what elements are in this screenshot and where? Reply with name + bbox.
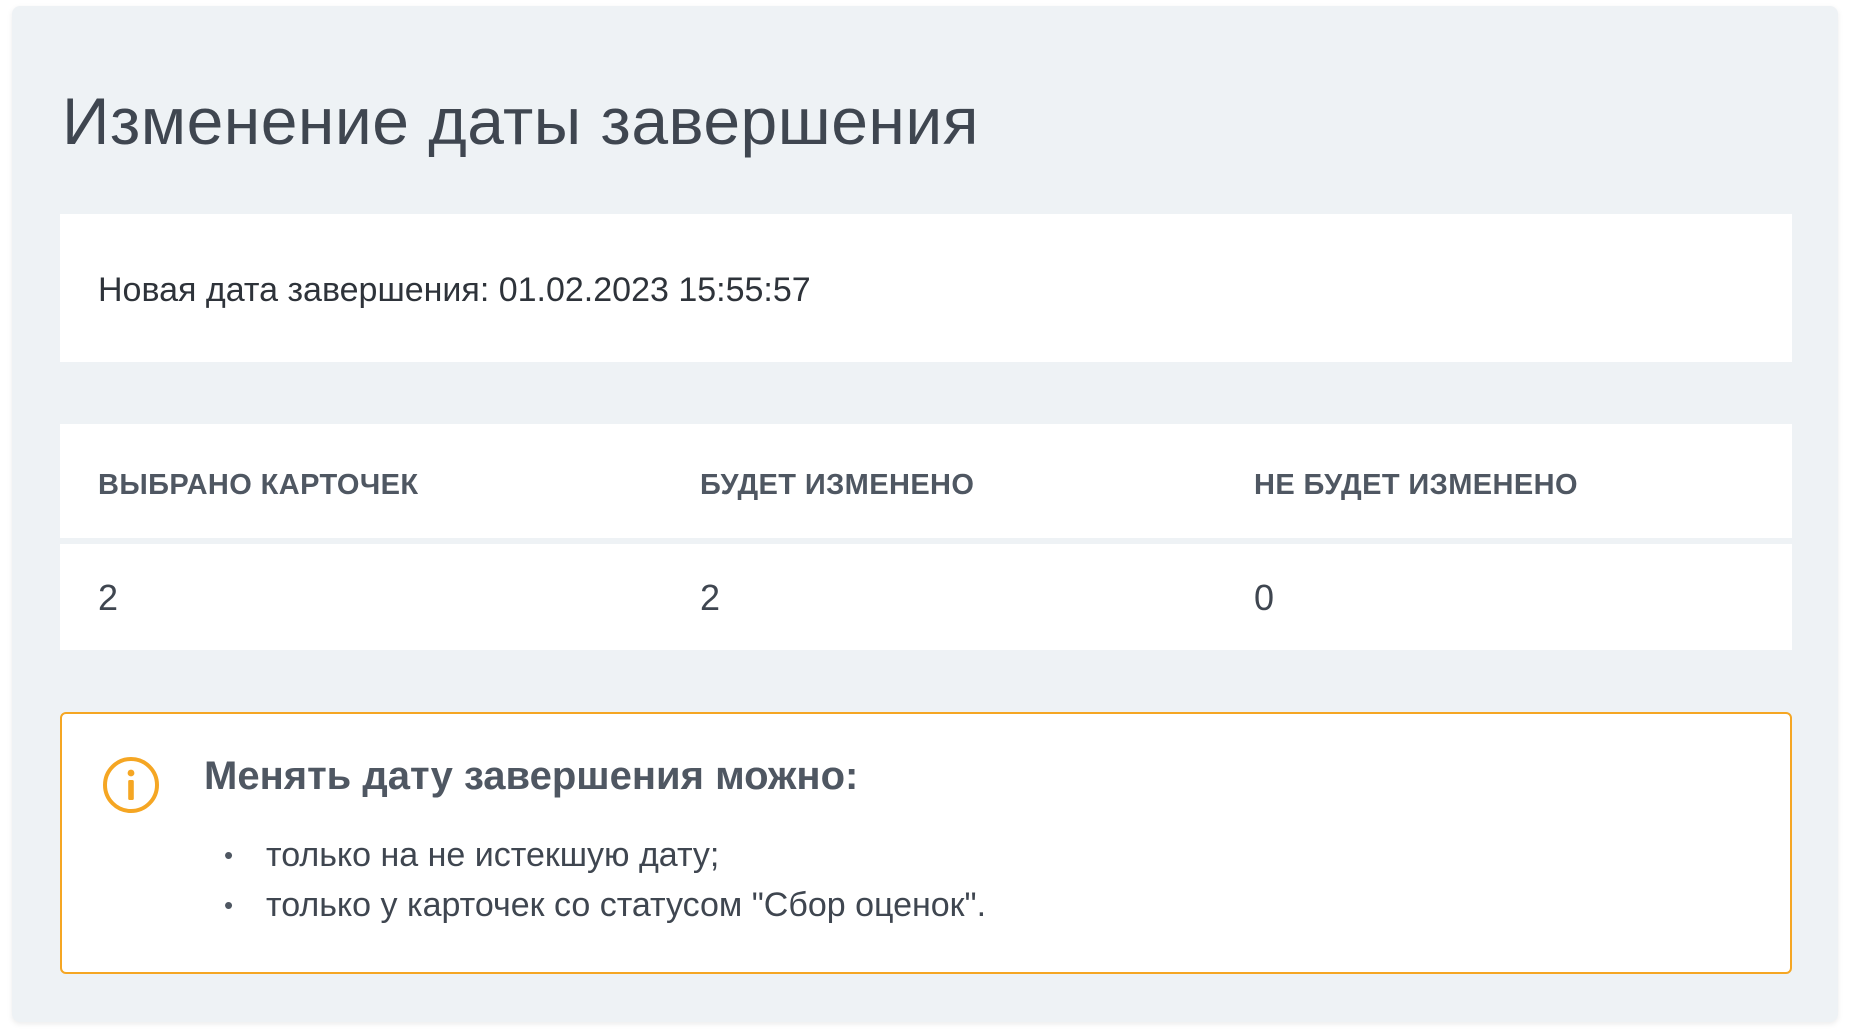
change-end-date-panel: Изменение даты завершения Новая дата зав…	[12, 6, 1838, 1022]
value-will-not-change: 0	[1254, 577, 1275, 618]
new-date-label: Новая дата завершения:	[98, 271, 490, 309]
header-will-change: БУДЕТ ИЗМЕНЕНО	[700, 469, 975, 501]
notice-rules-list: только на не истекшую дату; только у кар…	[224, 830, 986, 930]
info-notice: Менять дату завершения можно: только на …	[60, 712, 1792, 974]
stats-table: ВЫБРАНО КАРТОЧЕК БУДЕТ ИЗМЕНЕНО НЕ БУДЕТ…	[60, 424, 1792, 650]
page-title: Изменение даты завершения	[62, 84, 979, 158]
notice-rule-item: только на не истекшую дату;	[224, 830, 986, 880]
new-date-value: 01.02.2023 15:55:57	[498, 271, 811, 309]
notice-title: Менять дату завершения можно:	[204, 754, 859, 798]
info-icon	[103, 757, 159, 813]
new-date-card: Новая дата завершения: 01.02.2023 15:55:…	[60, 214, 1792, 362]
stats-value-row: 2 2 0	[60, 544, 1792, 650]
value-will-change: 2	[700, 577, 721, 618]
header-selected-cards: ВЫБРАНО КАРТОЧЕК	[98, 469, 419, 501]
stats-header-row: ВЫБРАНО КАРТОЧЕК БУДЕТ ИЗМЕНЕНО НЕ БУДЕТ…	[60, 424, 1792, 544]
value-selected-cards: 2	[98, 577, 119, 618]
header-will-not-change: НЕ БУДЕТ ИЗМЕНЕНО	[1254, 469, 1578, 501]
new-date-line: Новая дата завершения: 01.02.2023 15:55:…	[98, 270, 811, 310]
notice-rule-item: только у карточек со статусом "Сбор оцен…	[224, 880, 986, 930]
